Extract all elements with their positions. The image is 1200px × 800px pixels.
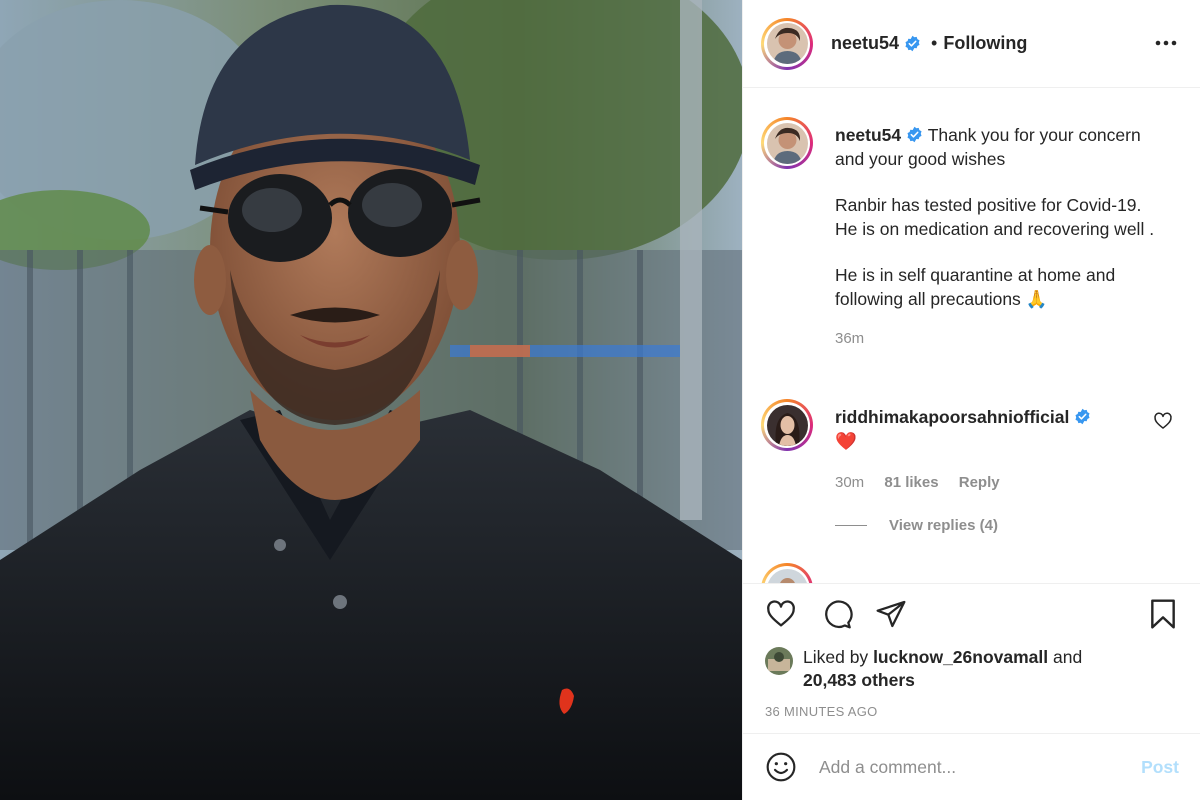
post-photo-illustration [0, 0, 742, 800]
likes-text: Liked by lucknow_26novamall and 20,483 o… [803, 646, 1082, 692]
post-header: neetu54 • Following [743, 0, 1200, 88]
commenter-username[interactable]: riddhimakapoorsahniofficial [835, 407, 1069, 427]
author-avatar-ring[interactable] [761, 17, 813, 70]
likes-others[interactable]: 20,483 others [803, 670, 915, 690]
comment-meta: 30m 81 likes Reply [835, 471, 1165, 495]
comment-text: ❤️ [835, 430, 857, 451]
view-replies-line [835, 525, 867, 526]
commenter-avatar-ring-partial[interactable] [761, 563, 813, 583]
comment-time[interactable]: 30m [835, 474, 864, 491]
heart-icon[interactable] [763, 596, 799, 632]
liker-username[interactable]: lucknow_26novamall [873, 647, 1048, 667]
post-comment-button[interactable]: Post [1141, 757, 1179, 778]
likes-and: and [1053, 647, 1083, 667]
avatar-inner [764, 566, 810, 583]
caption-meta: 36m [835, 327, 1165, 351]
caption-avatar-ring[interactable] [761, 117, 813, 169]
caption-paragraph-2: Ranbir has tested positive for Covid-19.… [835, 195, 1155, 239]
comment-like-heart-icon[interactable] [1153, 411, 1173, 431]
caption-avatar [766, 122, 808, 164]
post-side-panel: neetu54 • Following neetu54 Thank you fo… [742, 0, 1200, 800]
following-button[interactable]: Following [943, 33, 1027, 54]
avatar-inner [764, 20, 810, 67]
caption-time[interactable]: 36m [835, 330, 864, 347]
paper-plane-icon[interactable] [873, 596, 909, 632]
likes-prefix: Liked by [803, 647, 869, 667]
caption-username[interactable]: neetu54 [835, 125, 901, 145]
post-photo[interactable] [0, 0, 742, 800]
comment-composer: Post [743, 733, 1200, 800]
view-replies-label: View replies (4) [889, 517, 998, 534]
verified-badge-icon [906, 126, 923, 143]
verified-badge-icon [904, 35, 921, 52]
commenter-avatar-partial [766, 568, 808, 583]
comments-list[interactable]: neetu54 Thank you for your concern and y… [743, 89, 1200, 583]
comment-input[interactable] [819, 756, 1119, 778]
liker-avatar[interactable] [765, 647, 793, 675]
verified-badge-icon [1074, 408, 1091, 425]
header-separator: • [931, 33, 938, 53]
author-avatar [766, 23, 808, 64]
caption-text: neetu54 Thank you for your concern and y… [835, 124, 1165, 351]
commenter-avatar [766, 404, 808, 446]
view-replies-button[interactable]: View replies (4) [835, 517, 998, 534]
comment-icon[interactable] [819, 596, 855, 632]
commenter-avatar-ring[interactable] [761, 399, 813, 451]
bookmark-icon[interactable] [1145, 596, 1181, 632]
more-horizontal-icon[interactable] [1153, 30, 1179, 56]
likes-summary: Liked by lucknow_26novamall and 20,483 o… [765, 646, 1082, 692]
post-actions: Liked by lucknow_26novamall and 20,483 o… [743, 583, 1200, 733]
post-timestamp[interactable]: 36 MINUTES AGO [765, 704, 878, 719]
smiley-icon[interactable] [765, 751, 797, 783]
comment-likes[interactable]: 81 likes [884, 474, 938, 491]
caption-paragraph-3: He is in self quarantine at home and fol… [835, 265, 1116, 309]
author-username[interactable]: neetu54 [831, 33, 899, 54]
avatar-inner [764, 402, 810, 448]
comment-body: riddhimakapoorsahniofficial ❤️ 30m 81 li… [835, 406, 1165, 495]
avatar-inner [764, 120, 810, 166]
reply-button[interactable]: Reply [959, 474, 1000, 491]
